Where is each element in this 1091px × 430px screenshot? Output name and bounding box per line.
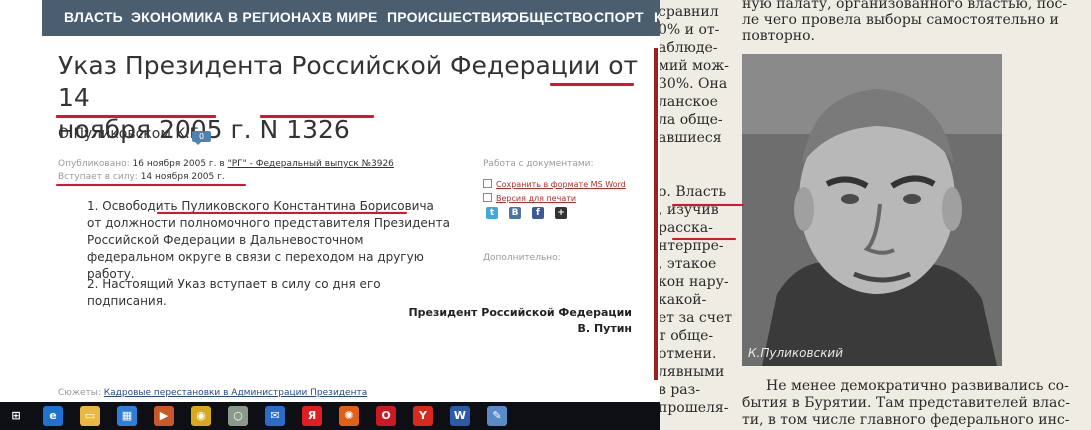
newspaper-column-line: т обще-: [660, 328, 714, 344]
newspaper-line: Не менее демократично развивались со-: [766, 378, 1069, 394]
newspaper-line: ти, в том числе главного федерального ин…: [742, 412, 1070, 428]
newspaper-column-line: ла обще-: [660, 112, 723, 128]
nav-item-world[interactable]: В МИРЕ: [322, 9, 378, 25]
article-page: ВЛАСТЬ ЭКОНОМИКА В РЕГИОНАХ В МИРЕ ПРОИС…: [42, 0, 660, 402]
newspaper-column-line: расска-: [660, 220, 713, 236]
paragraph-1: 1. Освободить Пуликовского Константина Б…: [87, 199, 450, 281]
save-word-label: Сохранить в формате MS Word: [496, 180, 626, 189]
newspaper-column-line: отмени.: [660, 346, 717, 362]
chrome-icon[interactable]: ◉: [191, 406, 211, 426]
plus-share-button[interactable]: +: [555, 207, 567, 219]
paint-icon[interactable]: ✎: [487, 406, 507, 426]
explorer-icon[interactable]: ▭: [80, 406, 100, 426]
twitter-share-button[interactable]: t: [486, 207, 498, 219]
page-edge-strip: [654, 48, 658, 380]
newspaper-column-line: в раз-: [660, 382, 701, 398]
newspaper-column-line: , этакое: [660, 256, 717, 272]
published-label: Опубликовано:: [58, 159, 130, 169]
highlight-underline: [260, 115, 374, 118]
windows-start-icon[interactable]: ⊞: [6, 406, 26, 426]
comments-badge[interactable]: 0: [192, 131, 211, 145]
published-date: 16 ноября 2005 г. в: [132, 159, 225, 169]
nav-item-regions[interactable]: В РЕГИОНАХ: [228, 9, 321, 25]
highlight-underline: [56, 115, 216, 118]
newspaper-column-line: 0% и от-: [660, 22, 720, 38]
published-source-link[interactable]: "РГ" - Федеральный выпуск №3926: [228, 159, 394, 169]
highlight-underline: [56, 184, 246, 186]
nav-item-incidents[interactable]: ПРОИСШЕСТВИЯ: [387, 9, 512, 25]
save-word-link[interactable]: Сохранить в формате MS Word: [483, 179, 626, 189]
effective-date: 14 ноября 2005 г.: [140, 172, 225, 182]
edge-icon[interactable]: e: [43, 406, 63, 426]
left-gutter: [0, 0, 42, 402]
newspaper-line: ную палату, организованного властью, пос…: [742, 0, 1068, 12]
newspaper-column-line: какой-: [660, 292, 707, 308]
title-line-1: Указ Президента Российской Федерации от …: [58, 51, 639, 112]
nav-item-economy[interactable]: ЭКОНОМИКА: [131, 9, 224, 25]
vk-share-button[interactable]: B: [509, 207, 521, 219]
newspaper-column-line: аблюде-: [660, 40, 718, 56]
nav-item-vlast[interactable]: ВЛАСТЬ: [64, 9, 123, 25]
word-icon[interactable]: W: [450, 406, 470, 426]
highlight-underline: [672, 238, 736, 240]
newspaper-column-line: прошеля-: [660, 400, 729, 416]
portrait-image: [742, 54, 1002, 366]
app-circle-icon[interactable]: ○: [228, 406, 248, 426]
newspaper-column-line: лявными: [660, 364, 725, 380]
nav-item-sport[interactable]: СПОРТ: [594, 9, 644, 25]
additional-heading: Дополнительно:: [483, 253, 561, 263]
newspaper-column-line: ет за счет: [660, 310, 733, 326]
store-icon[interactable]: ▦: [117, 406, 137, 426]
top-navigation: ВЛАСТЬ ЭКОНОМИКА В РЕГИОНАХ В МИРЕ ПРОИС…: [42, 0, 660, 36]
word-doc-icon: [483, 179, 492, 188]
portrait-photo: [742, 54, 1002, 366]
nav-item-society[interactable]: ОБЩЕСТВО: [508, 9, 593, 25]
stories-link[interactable]: Кадровые перестановки в Администрации Пр…: [104, 388, 367, 398]
effective-info: Вступает в силу: 14 ноября 2005 г.: [58, 172, 225, 182]
printer-icon: [483, 193, 492, 202]
photo-caption: К.Пуликовский: [748, 346, 844, 360]
newspaper-column-line: авшиеся: [660, 130, 722, 146]
newspaper-bottom-text: Не менее демократично развивались со- бы…: [742, 378, 1070, 429]
newspaper-line: ле чего провела выборы самостоятельно и: [742, 12, 1059, 28]
highlight-underline: [157, 212, 407, 214]
yandex-browser-icon[interactable]: Y: [413, 406, 433, 426]
sun-app-icon[interactable]: ✺: [339, 406, 359, 426]
newspaper-column-line: сравнил: [660, 4, 719, 20]
print-version-label: Версия для печати: [496, 194, 577, 203]
stories-label: Сюжеты:: [58, 388, 101, 398]
facebook-share-button[interactable]: f: [532, 207, 544, 219]
windows-taskbar: ⊞ e ▭ ▦ ▶ ◉ ○ ✉ Я ✺ O Y W ✎: [0, 402, 660, 430]
paragraph-2: 2. Настоящий Указ вступает в силу со дня…: [87, 277, 381, 308]
yandex-icon[interactable]: Я: [302, 406, 322, 426]
highlight-underline: [550, 83, 634, 86]
newspaper-line: повторно.: [742, 28, 815, 44]
newspaper-column-line: 30%. Она: [660, 76, 728, 92]
document-subtitle: О Пуликовском К.Б.: [58, 126, 204, 142]
newspaper-column-line: ланское: [660, 94, 718, 110]
signature-title: Президент Российской Федерации: [408, 306, 632, 319]
opera-icon[interactable]: O: [376, 406, 396, 426]
documents-heading: Работа с документами:: [483, 159, 594, 169]
stories-line: Сюжеты: Кадровые перестановки в Админист…: [58, 388, 367, 398]
newspaper-column-line: мий мож-: [660, 58, 729, 74]
newspaper-clipping: сравнил 0% и от-аблюде-мий мож- 30%. Она ла…: [660, 0, 1091, 430]
media-icon[interactable]: ▶: [154, 406, 174, 426]
newspaper-column-line: о. Власть: [660, 184, 727, 200]
newspaper-column-line: кон нару-: [660, 274, 729, 290]
highlight-underline: [672, 204, 744, 206]
newspaper-line: бытия в Бурятии. Там представителей влас…: [742, 395, 1070, 411]
published-info: Опубликовано: 16 ноября 2005 г. в "РГ" -…: [58, 159, 394, 169]
newspaper-column-line: нтерпре-: [660, 238, 724, 254]
mail-icon[interactable]: ✉: [265, 406, 285, 426]
signature-name: В. Путин: [577, 322, 632, 335]
newspaper-top-text: ную палату, организованного властью, пос…: [742, 0, 1067, 44]
effective-label: Вступает в силу:: [58, 172, 138, 182]
print-version-link[interactable]: Версия для печати: [483, 193, 576, 203]
